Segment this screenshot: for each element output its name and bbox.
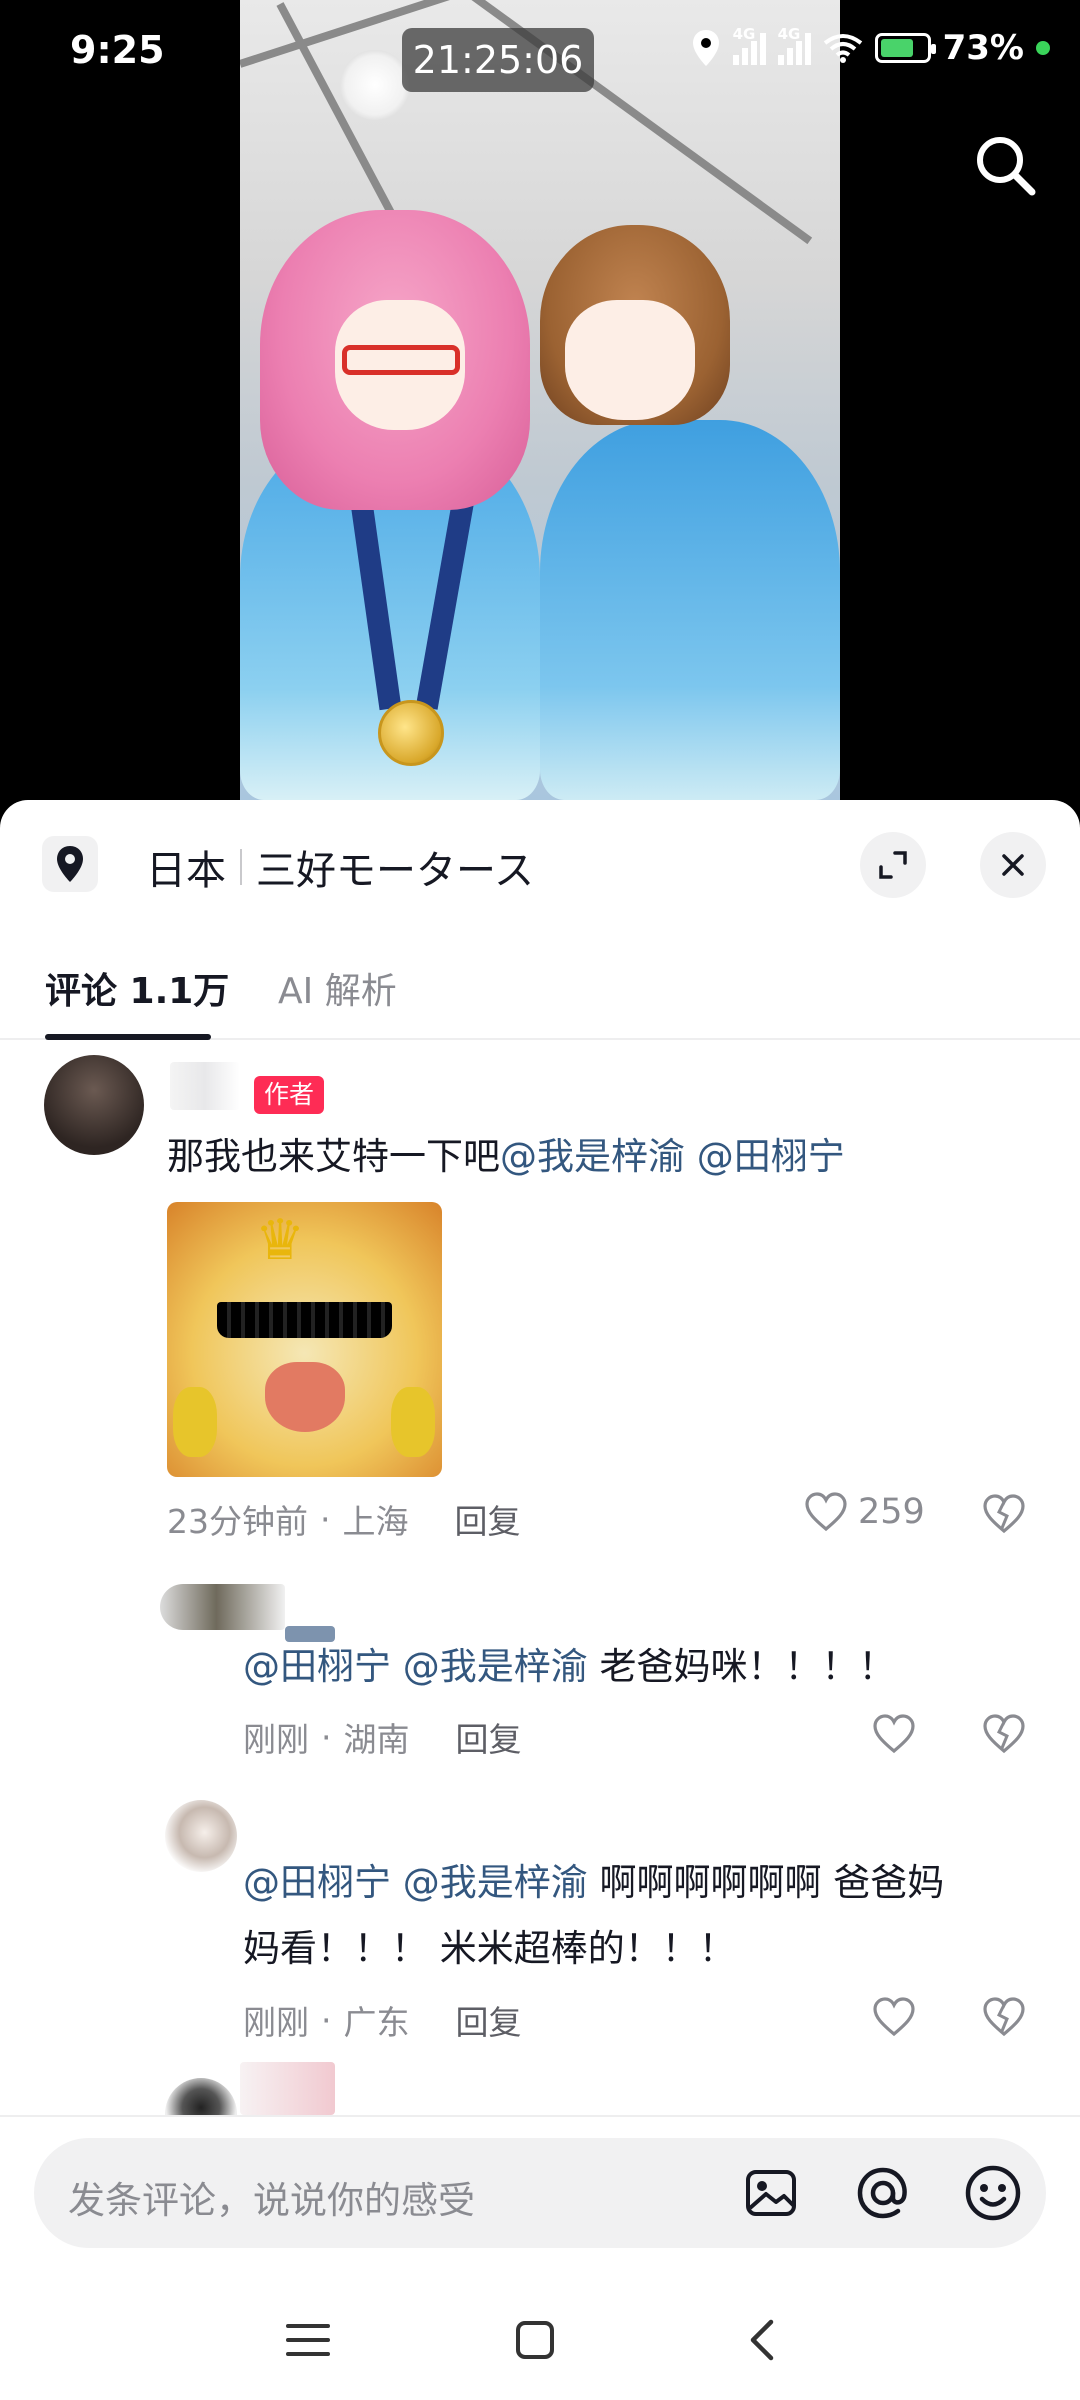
comment-time: 23分钟前 <box>167 1502 308 1541</box>
dislike-icon[interactable] <box>982 1494 1026 1534</box>
sticker-image[interactable]: ♛ <box>167 1202 442 1477</box>
status-icons: 4G 4G 73% <box>691 25 1050 68</box>
input-divider <box>0 2115 1080 2117</box>
search-icon[interactable] <box>970 130 1040 200</box>
location-pin-icon <box>57 846 83 882</box>
wifi-icon <box>823 34 862 63</box>
location-icon[interactable] <box>42 836 98 892</box>
signal-icon: 4G <box>732 25 766 65</box>
emoji-icon[interactable] <box>962 2162 1024 2224</box>
username-blurred[interactable] <box>240 2062 335 2115</box>
reply-text: @田栩宁 @我是梓渝 啊啊啊啊啊啊 爸爸妈 妈看！！！ 米米超棒的！！！ <box>243 1850 944 1982</box>
reply-text-line-1: 啊啊啊啊啊啊 爸爸妈 <box>599 1861 945 1904</box>
home-icon[interactable] <box>505 2310 565 2370</box>
cartoon-boy-face <box>565 300 695 420</box>
mention-link[interactable]: @我是梓渝 <box>403 1645 588 1688</box>
at-icon[interactable] <box>852 2162 914 2224</box>
menu-icon[interactable] <box>278 2310 338 2370</box>
dislike-icon[interactable] <box>982 1714 1026 1754</box>
comment-region: 上海 <box>342 1502 409 1541</box>
status-time: 9:25 <box>70 28 165 72</box>
heart-icon[interactable] <box>872 1997 916 2037</box>
avatar[interactable] <box>160 1584 285 1630</box>
username-blurred[interactable] <box>170 1062 240 1110</box>
crown-icon: ♛ <box>255 1208 306 1273</box>
input-placeholder: 发条评论，说说你的感受 <box>68 2179 475 2222</box>
comment-meta: 23分钟前 · 上海 回复 <box>167 1495 521 1543</box>
mouth-graphic <box>265 1362 345 1432</box>
location-place: 三好モータース <box>256 848 534 894</box>
reply-button[interactable]: 回复 <box>456 1713 522 1761</box>
gold-medal <box>378 700 444 766</box>
heart-icon <box>805 1492 847 1532</box>
dislike-icon[interactable] <box>982 1997 1026 2037</box>
recording-time: 21:25:06 <box>402 28 594 92</box>
privacy-dot <box>1036 41 1050 55</box>
video-frame[interactable] <box>240 0 840 800</box>
reply-text-plain: 老爸妈咪！！！！ <box>599 1645 896 1688</box>
reply-meta: 刚刚 · 湖南 回复 <box>243 1713 522 1761</box>
reply-text: @田栩宁 @我是梓渝 老爸妈咪！！！！ <box>243 1634 896 1700</box>
avatar[interactable] <box>44 1055 144 1155</box>
expand-icon <box>879 851 907 879</box>
comment-input[interactable]: 发条评论，说说你的感受 <box>34 2138 1046 2248</box>
mention-link[interactable]: @我是梓渝 <box>500 1135 685 1178</box>
like-button[interactable]: 259 <box>804 1492 925 1532</box>
location-status-icon <box>692 30 719 66</box>
close-button[interactable] <box>980 832 1046 898</box>
comment-tabs: 评论 1.1万 AI 解析 <box>0 940 1080 1040</box>
battery-fill <box>880 39 913 57</box>
reply-meta: 刚刚 · 广东 回复 <box>243 1996 522 2044</box>
back-icon[interactable] <box>733 2310 793 2370</box>
mention-link[interactable]: @我是梓渝 <box>403 1861 588 1904</box>
sheet-header: 日本 三好モータース <box>0 800 1080 930</box>
tab-active-indicator <box>45 1034 211 1040</box>
signal-icon-2: 4G <box>777 25 811 65</box>
network-label-2: 4G <box>777 25 801 43</box>
athlete-right <box>540 420 840 800</box>
location-country: 日本 <box>146 848 226 894</box>
reply-time: 刚刚 <box>243 2003 309 2042</box>
network-label-1: 4G <box>732 25 756 43</box>
battery-icon <box>874 33 936 63</box>
meta-separator: · <box>320 1499 331 1539</box>
reply-region: 湖南 <box>343 1720 410 1759</box>
video-area[interactable]: 9:25 21:25:06 4G 4G 73% <box>0 0 1080 800</box>
corn-graphic <box>173 1387 217 1457</box>
reply-button[interactable]: 回复 <box>456 1996 522 2044</box>
comment-sheet: 日本 三好モータース 评论 1.1万 AI 解析 作者 那我也来艾特一下吧@我是… <box>0 800 1080 2400</box>
meta-separator: · <box>321 1717 332 1757</box>
tab-comments[interactable]: 评论 1.1万 <box>45 962 229 1014</box>
author-badge: 作者 <box>254 1076 325 1114</box>
reply-button[interactable]: 回复 <box>455 1495 521 1543</box>
mention-link[interactable]: @田栩宁 <box>697 1135 845 1178</box>
heart-icon[interactable] <box>872 1714 916 1754</box>
meta-separator: · <box>321 2000 332 2040</box>
avatar[interactable] <box>165 2078 237 2115</box>
location-separator <box>240 849 242 885</box>
comment-text: 那我也来艾特一下吧@我是梓渝 @田栩宁 <box>167 1124 845 1190</box>
image-icon[interactable] <box>740 2162 802 2224</box>
cartoon-glasses <box>342 345 460 375</box>
expand-button[interactable] <box>860 832 926 898</box>
tab-ai-analysis[interactable]: AI 解析 <box>278 962 397 1014</box>
ceiling-lamp <box>340 50 410 120</box>
like-count: 259 <box>858 1492 925 1532</box>
corn-graphic <box>391 1387 435 1457</box>
mention-link[interactable]: @田栩宁 <box>243 1645 391 1688</box>
reply-text-line-2: 妈看！！！ 米米超棒的！！！ <box>243 1927 736 1970</box>
reply-time: 刚刚 <box>243 1720 309 1759</box>
system-nav-bar <box>0 2270 1080 2400</box>
location-link[interactable]: 日本 三好モータース <box>146 838 534 896</box>
avatar[interactable] <box>165 1800 237 1872</box>
comment-text-plain: 那我也来艾特一下吧 <box>167 1135 500 1178</box>
close-icon <box>1002 854 1024 876</box>
mention-link[interactable]: @田栩宁 <box>243 1861 391 1904</box>
reply-region: 广东 <box>343 2003 410 2042</box>
sunglasses-graphic <box>217 1302 392 1338</box>
battery-percent: 73% <box>942 28 1024 68</box>
